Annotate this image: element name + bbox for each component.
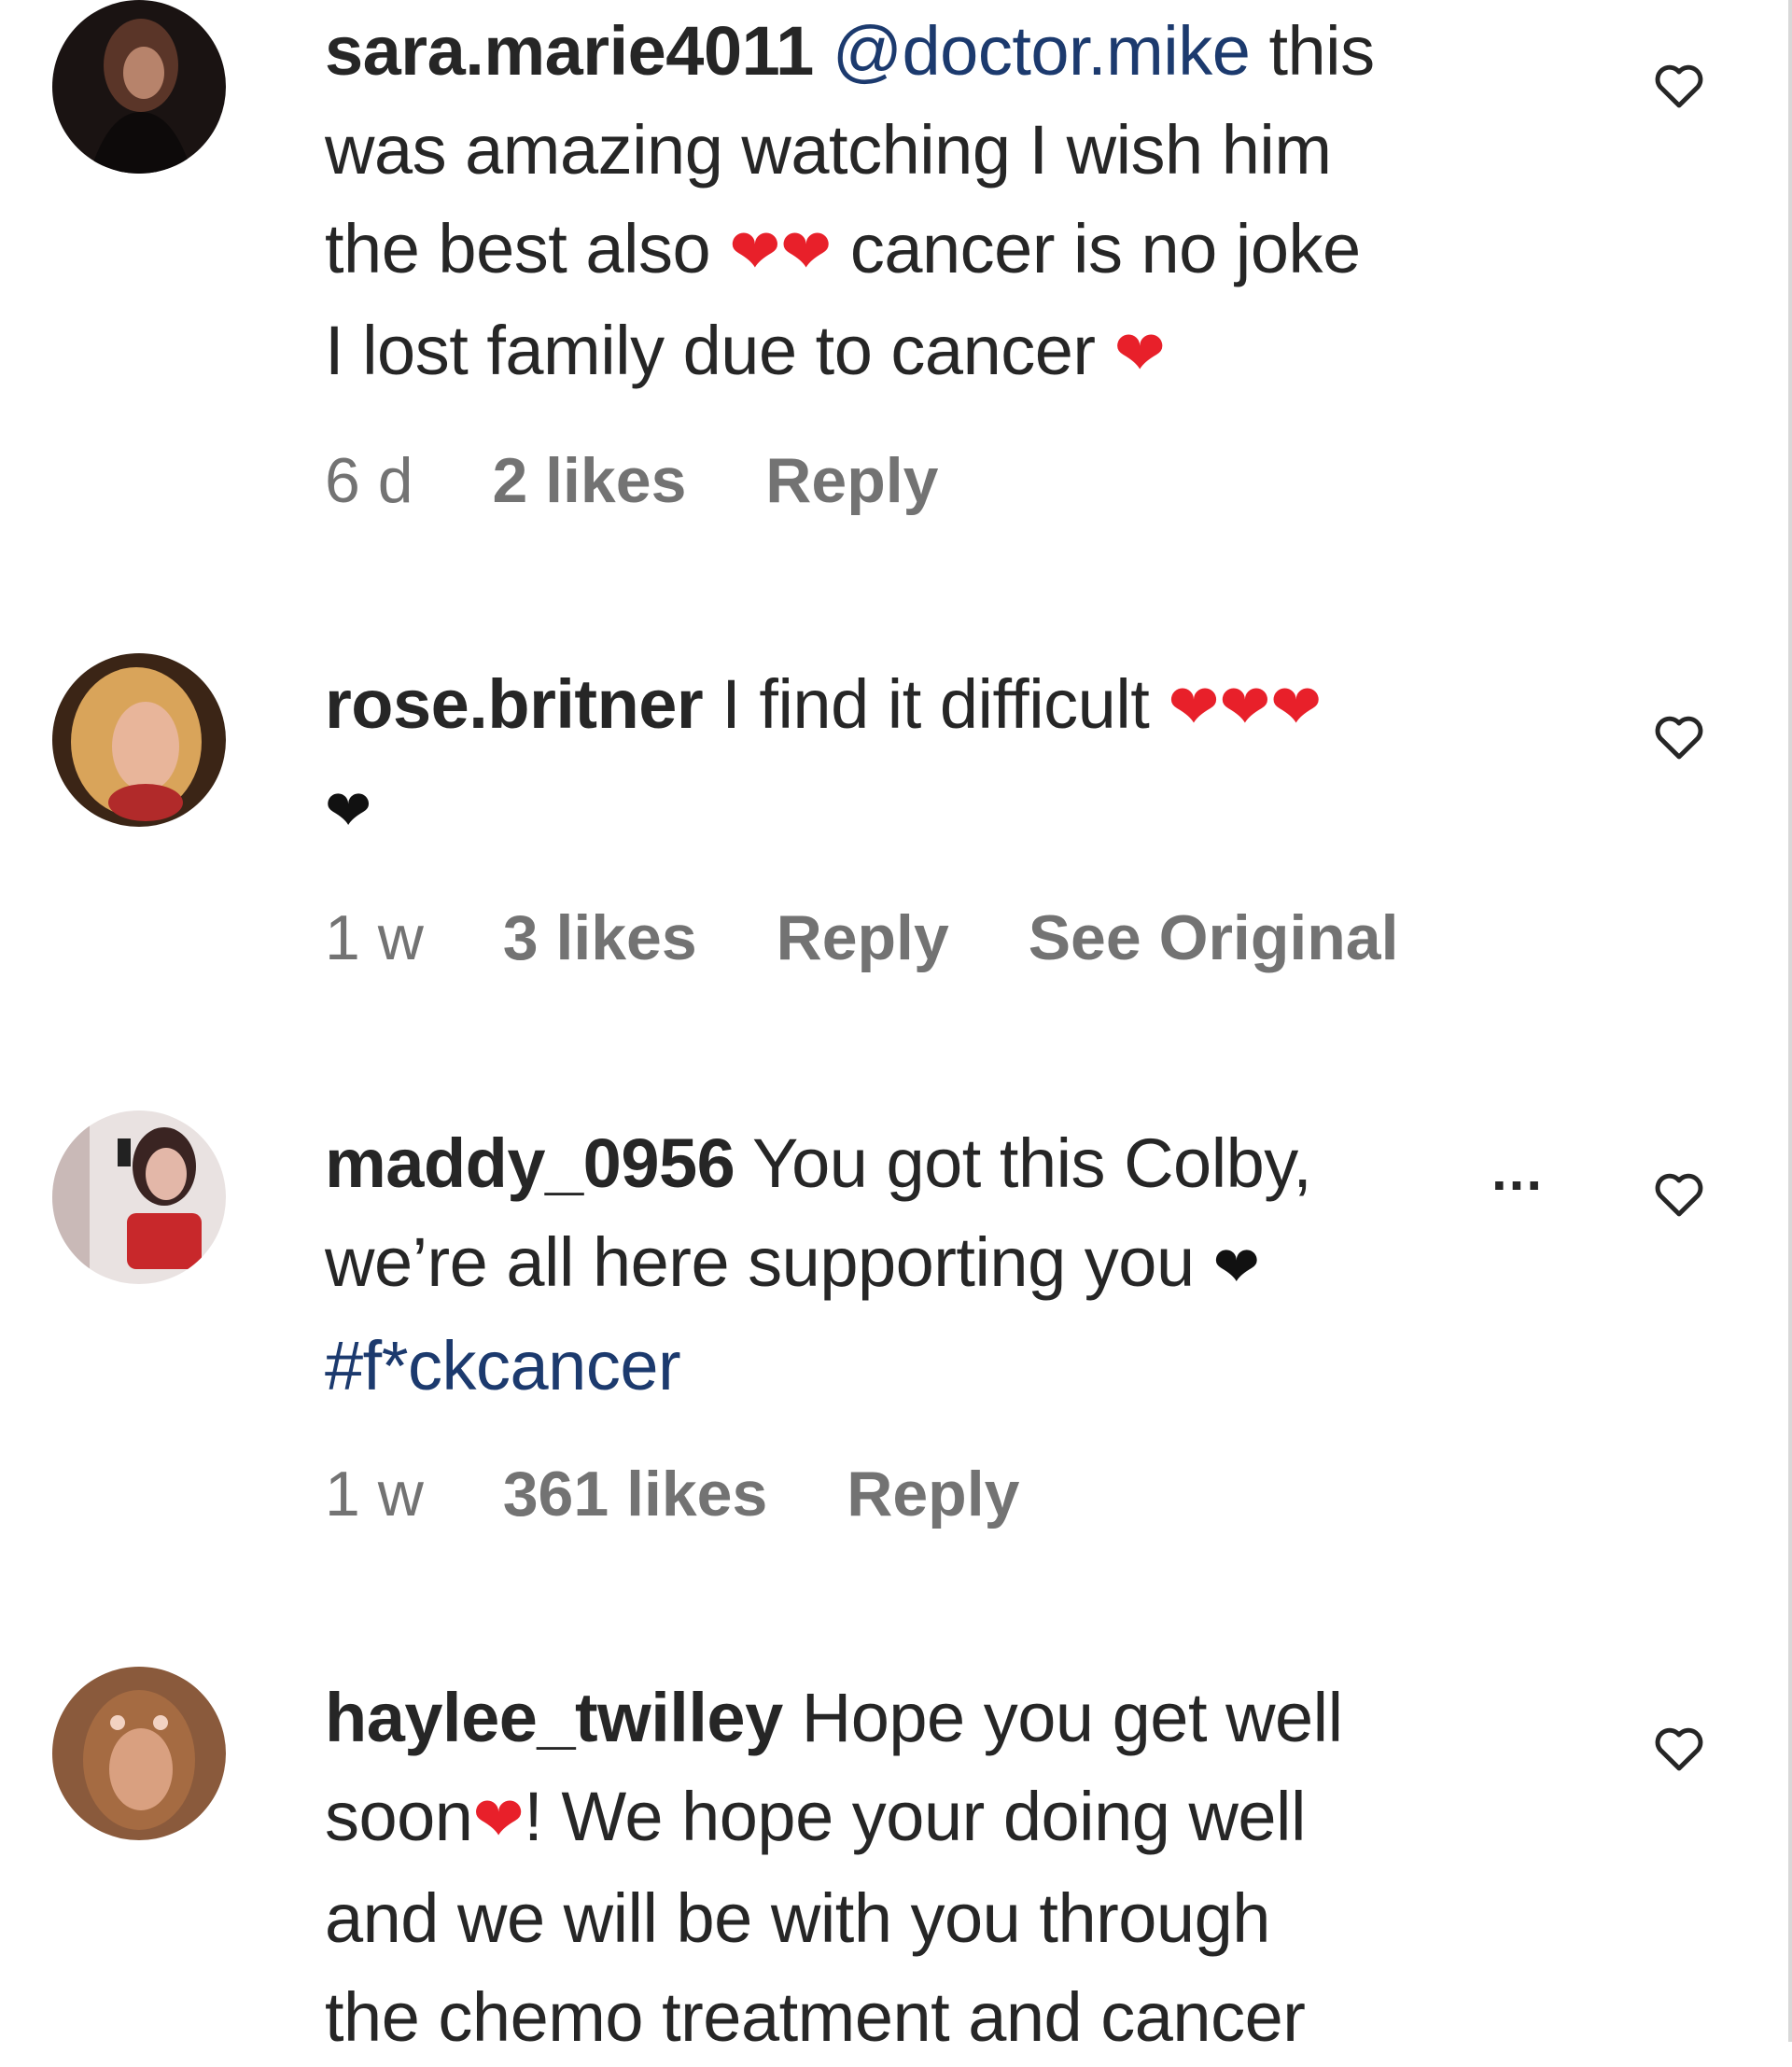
- comment-text-segment: and we will be with you through: [325, 1879, 1270, 1957]
- comment-meta: 1 w 361 likes Reply: [325, 1458, 1081, 1530]
- heart-outline-icon: [1655, 64, 1703, 108]
- likes-count[interactable]: 361 likes: [503, 1459, 768, 1529]
- heart-outline-icon: [1655, 716, 1703, 760]
- username-link[interactable]: rose.britner: [325, 665, 704, 743]
- comment-text-segment: the chemo treatment and cancer: [325, 1978, 1306, 2056]
- see-original-button[interactable]: See Original: [1029, 902, 1399, 973]
- likes-count[interactable]: 3 likes: [503, 902, 697, 973]
- comment-text-segment: ! We hope your doing well: [524, 1778, 1306, 1855]
- mention-link[interactable]: @doctor.mike: [833, 12, 1251, 90]
- comment-text-segment: this: [1268, 12, 1375, 90]
- like-button[interactable]: [1648, 1163, 1710, 1224]
- avatar[interactable]: [52, 0, 226, 174]
- comment-text: maddy_0956 You got this Colby, we’re all…: [325, 1114, 1575, 1416]
- avatar[interactable]: [52, 653, 226, 827]
- comment-text-segment: Hope you get well: [801, 1679, 1343, 1756]
- comment-text-segment: the best also: [325, 210, 711, 287]
- comment-meta: 6 d 2 likes Reply: [325, 444, 1000, 517]
- comment-time: 6 d: [325, 445, 413, 516]
- likes-count[interactable]: 2 likes: [492, 445, 686, 516]
- red-heart-emoji: ❤❤❤: [1168, 671, 1322, 743]
- heart-outline-icon: [1655, 1173, 1703, 1217]
- window-edge: [1788, 0, 1792, 2042]
- like-button[interactable]: [1648, 705, 1710, 767]
- comment-text-segment: cancer is no joke: [849, 210, 1361, 287]
- black-heart-emoji: ❤: [1212, 1235, 1260, 1300]
- username-link[interactable]: maddy_0956: [325, 1124, 735, 1202]
- avatar[interactable]: [52, 1110, 226, 1284]
- like-button[interactable]: [1648, 1717, 1710, 1779]
- red-heart-emoji: ❤: [1113, 317, 1166, 389]
- username-link[interactable]: sara.marie4011: [325, 12, 814, 90]
- heart-outline-icon: [1655, 1727, 1703, 1771]
- comment-text-segment: soon: [325, 1778, 473, 1855]
- red-heart-emoji: ❤❤: [729, 216, 832, 287]
- comment-text-segment: You got this Colby,: [752, 1124, 1312, 1202]
- comment-text: sara.marie4011 @doctor.mike this was ama…: [325, 2, 1575, 403]
- username-link[interactable]: haylee_twilley: [325, 1679, 783, 1756]
- more-options-button[interactable]: ...: [1491, 1138, 1544, 1203]
- avatar[interactable]: [52, 1667, 226, 1840]
- black-heart-emoji: ❤: [325, 778, 371, 844]
- comment-meta: 1 w 3 likes Reply See Original: [325, 901, 1461, 974]
- comment-text-segment: I lost family due to cancer: [325, 312, 1096, 389]
- comment-text: rose.britner I find it difficult ❤❤❤ ❤: [325, 655, 1575, 860]
- comment-text-segment: we’re all here supporting you: [325, 1223, 1195, 1301]
- reply-button[interactable]: Reply: [777, 902, 949, 973]
- comment-text-segment: I find it difficult: [721, 665, 1150, 743]
- comment-time: 1 w: [325, 902, 424, 973]
- hashtag-link[interactable]: #f*ckcancer: [325, 1327, 681, 1404]
- comment-text-segment: was amazing watching I wish him: [325, 111, 1332, 189]
- comment-text: haylee_twilley Hope you get well soon❤! …: [325, 1669, 1575, 2067]
- red-heart-emoji: ❤: [472, 1783, 525, 1855]
- comment-time: 1 w: [325, 1459, 424, 1529]
- reply-button[interactable]: Reply: [765, 445, 938, 516]
- reply-button[interactable]: Reply: [847, 1459, 1019, 1529]
- like-button[interactable]: [1648, 54, 1710, 116]
